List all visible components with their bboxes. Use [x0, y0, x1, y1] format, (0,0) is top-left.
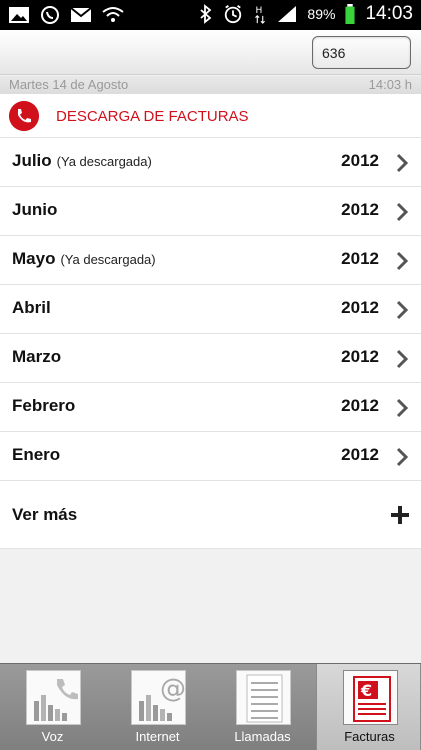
battery-icon [345, 4, 355, 24]
invoice-year: 2012 [341, 347, 379, 366]
chevron-right-icon [396, 202, 409, 222]
app-header: 636 [0, 30, 421, 75]
wifi-hotspot-icon [102, 7, 124, 22]
date-bar: Martes 14 de Agosto 14:03 h [0, 76, 421, 94]
tab-label: Llamadas [234, 729, 291, 744]
tab-voz[interactable]: Voz [0, 664, 105, 750]
chevron-right-icon [396, 300, 409, 320]
invoice-year: 2012 [341, 249, 379, 268]
current-date: Martes 14 de Agosto [9, 77, 129, 92]
chevron-right-icon [396, 251, 409, 271]
chevron-right-icon [396, 349, 409, 369]
svg-text:@: @ [160, 674, 186, 704]
invoice-year: 2012 [341, 396, 379, 415]
invoice-row[interactable]: Enero 2012 [0, 432, 421, 481]
hspa-data-icon: H [255, 6, 266, 24]
chevron-right-icon [396, 398, 409, 418]
whatsapp-notification-icon [41, 6, 59, 24]
alarm-icon [225, 5, 242, 24]
invoice-row[interactable]: Julio (Ya descargada) 2012 [0, 138, 421, 187]
invoice-status-note: (Ya descargada) [56, 154, 152, 169]
gallery-notification-icon [9, 7, 29, 23]
invoice-month: Enero [12, 445, 61, 464]
invoice-month: Julio (Ya descargada) [12, 151, 152, 170]
line-selector-field[interactable]: 636 [312, 36, 411, 69]
at-chart-icon: @ [131, 670, 186, 725]
phone-icon [9, 101, 39, 131]
section-header: DESCARGA DE FACTURAS [0, 94, 421, 138]
signal-strength-icon [278, 6, 297, 22]
invoice-row[interactable]: Marzo 2012 [0, 334, 421, 383]
invoice-row[interactable]: Febrero 2012 [0, 383, 421, 432]
status-time: 14:03 [365, 3, 413, 24]
invoice-month: Febrero [12, 396, 76, 415]
svg-text:H: H [256, 6, 263, 16]
bluetooth-icon [200, 4, 212, 24]
invoice-year: 2012 [341, 445, 379, 464]
euro-invoice-icon: € [343, 670, 398, 725]
tab-internet[interactable]: @ Internet [105, 664, 210, 750]
invoice-month: Junio [12, 200, 58, 219]
invoice-month: Abril [12, 298, 51, 317]
invoice-year: 2012 [341, 151, 379, 170]
tab-facturas[interactable]: € Facturas [316, 664, 421, 750]
plus-icon [391, 506, 409, 524]
phone-chart-icon [26, 670, 81, 725]
invoice-row[interactable]: Mayo (Ya descargada) 2012 [0, 236, 421, 285]
invoice-list: Julio (Ya descargada) 2012 Junio 2012 May… [0, 138, 421, 549]
tab-llamadas[interactable]: Llamadas [210, 664, 315, 750]
status-bar: H 89% 14:03 [0, 0, 421, 30]
tab-label: Facturas [344, 729, 395, 744]
invoice-year: 2012 [341, 298, 379, 317]
invoice-row[interactable]: Abril 2012 [0, 285, 421, 334]
invoice-row[interactable]: Junio 2012 [0, 187, 421, 236]
mail-notification-icon [70, 7, 92, 22]
invoice-status-note: (Ya descargada) [60, 252, 156, 267]
section-title: DESCARGA DE FACTURAS [56, 108, 249, 125]
invoice-year: 2012 [341, 200, 379, 219]
tab-label: Voz [41, 729, 64, 744]
chevron-right-icon [396, 447, 409, 467]
svg-text:€: € [360, 681, 372, 700]
battery-percent: 89% [307, 6, 336, 22]
bottom-nav: Voz @ Internet Llamadas € Facturas [0, 663, 421, 750]
chevron-right-icon [396, 153, 409, 173]
see-more-label: Ver más [12, 505, 78, 524]
tab-label: Internet [135, 729, 180, 744]
current-time: 14:03 h [368, 77, 412, 92]
see-more-row[interactable]: Ver más [0, 481, 421, 549]
invoice-month: Marzo [12, 347, 62, 366]
call-list-icon [236, 670, 291, 725]
invoice-month: Mayo (Ya descargada) [12, 249, 156, 268]
